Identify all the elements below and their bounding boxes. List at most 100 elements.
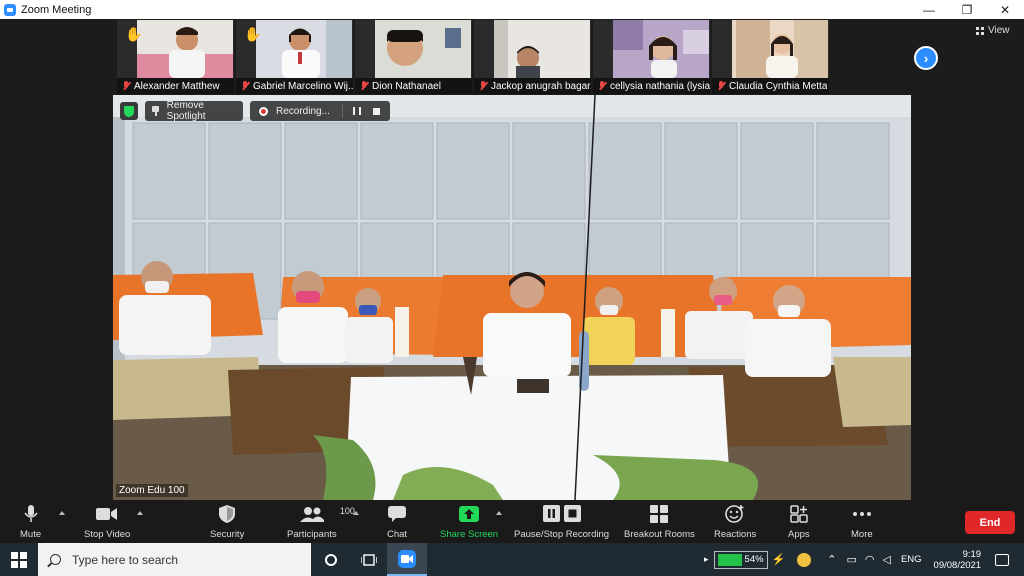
chat-bubble-icon [388,505,407,523]
participant-tile[interactable]: ✋ Gabriel Marcelino Wij... [236,20,353,94]
participant-tile[interactable]: ✋ Alexander Matthew [117,20,234,94]
spotlight-video-frame [113,95,911,500]
recording-controls-icon [542,505,581,523]
stop-video-button[interactable]: Stop Video [84,505,130,540]
clock[interactable]: 9:19 09/08/2021 [934,549,982,571]
zoom-taskbar-icon [398,549,416,568]
raised-hand-icon: ✋ [125,26,143,42]
minimize-button[interactable]: — [910,0,948,19]
weather-icon[interactable] [797,552,812,567]
participant-name: Claudia Cynthia Metta [729,80,828,92]
taskbar-zoom-app[interactable] [387,543,427,576]
stop-recording-icon[interactable] [372,107,380,115]
participant-tile[interactable]: Dion Nathanael [355,20,472,94]
video-options-caret-icon[interactable] [137,511,143,515]
apps-button[interactable]: Apps [788,505,810,540]
encryption-shield-icon[interactable] [120,102,138,120]
end-meeting-button[interactable]: End [965,511,1015,534]
stop-video-label: Stop Video [84,529,131,540]
participants-options-caret-icon[interactable] [353,511,359,515]
grid-view-icon [976,26,984,35]
task-view-icon [361,553,377,566]
mic-muted-icon [717,81,725,91]
restore-button[interactable]: ❐ [948,0,986,19]
share-screen-icon [459,505,480,523]
more-button[interactable]: More [851,505,873,540]
spotlight-video[interactable]: Remove Spotlight Recording... Zoom Edu 1… [113,95,911,500]
view-button[interactable]: View [976,25,1010,36]
chat-button[interactable]: Chat [387,505,407,540]
breakout-rooms-icon [650,505,669,523]
participants-button[interactable]: 100 Participants [287,505,355,540]
recording-indicator: Recording... [250,101,390,121]
input-language[interactable]: ENG [901,554,922,565]
breakout-rooms-button[interactable]: Breakout Rooms [624,505,695,540]
battery-level-icon [717,553,742,566]
raised-hand-icon: ✋ [244,26,262,42]
view-button-label: View [988,25,1010,36]
participant-name: Dion Nathanael [372,80,441,92]
clock-date: 09/08/2021 [933,559,982,571]
participants-icon: 100 [299,505,355,523]
microphone-icon [23,505,38,523]
windows-logo-icon [11,551,27,568]
more-dots-icon [852,505,872,523]
apps-label: Apps [788,529,810,540]
pin-icon [151,106,161,116]
windows-taskbar: Type here to search ▸ 54% ⚡ ⌃ ▭ ◠ ◁ ENG … [0,543,1024,576]
tray-scroll-icon[interactable]: ▸ [704,554,709,565]
share-options-caret-icon[interactable] [496,511,502,515]
recording-label: Recording... [276,105,330,117]
notification-center-icon[interactable] [995,553,1010,566]
mic-muted-icon [122,81,130,91]
search-icon [50,554,61,565]
participant-name: Gabriel Marcelino Wij... [253,80,353,92]
taskbar-search-box[interactable]: Type here to search [38,543,311,576]
participants-label: Participants [287,529,337,540]
next-page-button[interactable]: › [914,46,938,70]
participant-name: Alexander Matthew [134,80,220,92]
participant-tile[interactable]: Jackop anugrah bagar... [474,20,591,94]
battery-percent: 54% [744,554,764,565]
security-shield-icon [219,505,236,523]
power-plug-icon: ⚡ [771,554,786,566]
mic-muted-icon [598,81,606,91]
participant-strip: ✋ Alexander Matthew ✋ Gabriel Marcelino … [117,20,829,94]
task-view-button[interactable] [351,543,387,576]
video-camera-icon [96,505,118,523]
battery-indicator[interactable]: 54% [713,550,768,569]
meeting-toolbar: Mute Stop Video Security 100 Participant… [0,501,1024,543]
reactions-label: Reactions [714,529,757,540]
close-button[interactable]: ✕ [986,0,1024,19]
reactions-button[interactable]: Reactions [714,505,756,540]
share-screen-button[interactable]: Share Screen [440,505,498,540]
participant-video [613,20,709,78]
wifi-icon[interactable]: ◠ [865,553,875,566]
pause-recording-icon[interactable] [352,107,361,115]
mic-muted-icon [241,81,249,91]
more-label: More [851,529,873,540]
security-label: Security [210,529,245,540]
pause-stop-recording-label: Pause/Stop Recording [514,529,610,540]
share-screen-label: Share Screen [440,529,499,540]
participant-name: Jackop anugrah bagar... [491,80,591,92]
chat-label: Chat [387,529,408,540]
audio-options-caret-icon[interactable] [59,511,65,515]
remove-spotlight-label: Remove Spotlight [166,100,206,122]
mute-button[interactable]: Mute [20,505,41,540]
pause-stop-recording-button[interactable]: Pause/Stop Recording [514,505,609,540]
windows-start-button[interactable] [0,543,38,576]
security-button[interactable]: Security [210,505,244,540]
display-icon[interactable]: ▭ [846,553,856,566]
participant-video [732,20,828,78]
participant-tile[interactable]: cellysia nathania (lysia) [593,20,710,94]
mic-muted-icon [479,81,487,91]
show-hidden-icons-chevron[interactable]: ⌃ [827,553,836,566]
participant-tile[interactable]: Claudia Cynthia Metta [712,20,829,94]
mic-muted-icon [360,81,368,91]
remove-spotlight-button[interactable]: Remove Spotlight [145,100,243,122]
window-titlebar: Zoom Meeting — ❐ ✕ [0,0,1024,19]
divider [341,104,343,118]
cortana-button[interactable] [311,543,351,576]
volume-icon[interactable]: ◁ [882,553,890,566]
